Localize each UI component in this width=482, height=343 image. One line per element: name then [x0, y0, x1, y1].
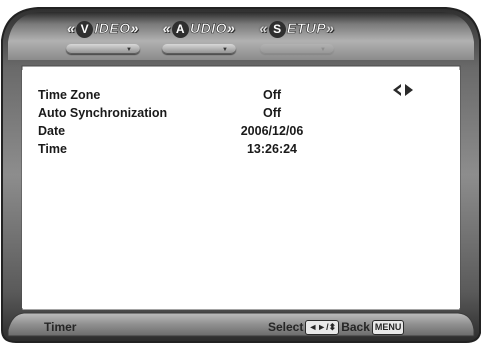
- back-hint-label: Back: [341, 320, 370, 334]
- page-title: Timer: [44, 320, 77, 334]
- setting-value[interactable]: 13:26:24: [210, 142, 334, 156]
- tab-setup-initial: S: [268, 20, 286, 38]
- menu-key-icon: MENU: [371, 319, 405, 335]
- setting-row-time[interactable]: Time 13:26:24: [22, 142, 460, 160]
- select-keys-icon: ◄►/⬍: [305, 319, 340, 335]
- setting-row-auto-synchronization[interactable]: Auto Synchronization Off: [22, 106, 460, 124]
- menu-tabs: «V IDEO» ▼ «A UDIO» ▼ «S ETUP» ▼: [0, 14, 482, 64]
- tab-video-label: IDEO: [94, 20, 131, 37]
- setting-label: Date: [38, 124, 66, 138]
- setting-label: Time Zone: [38, 88, 101, 102]
- tab-audio[interactable]: «A UDIO» ▼: [156, 14, 242, 64]
- tab-setup[interactable]: «S ETUP» ▼: [254, 14, 340, 64]
- tab-setup-indicator: ▼: [260, 44, 334, 54]
- setting-value[interactable]: Off: [210, 106, 334, 120]
- tab-video-indicator: ▼: [66, 44, 140, 54]
- settings-panel: Time Zone Off Auto Synchronization Off D…: [22, 70, 460, 308]
- dropdown-icon: ▼: [126, 47, 132, 53]
- tab-audio-indicator: ▼: [162, 44, 236, 54]
- dropdown-icon: ▼: [320, 47, 326, 53]
- tab-audio-label: UDIO: [190, 20, 227, 37]
- setting-value[interactable]: Off: [210, 88, 334, 102]
- setting-label: Time: [38, 142, 67, 156]
- setting-label: Auto Synchronization: [38, 106, 168, 120]
- tab-video-initial: V: [76, 20, 94, 38]
- setting-row-date[interactable]: Date 2006/12/06: [22, 124, 460, 142]
- tab-video[interactable]: «V IDEO» ▼: [60, 14, 146, 64]
- dropdown-icon: ▼: [222, 47, 228, 53]
- tab-audio-initial: A: [172, 20, 189, 38]
- tab-setup-label: ETUP: [286, 20, 327, 37]
- select-hint-label: Select: [268, 320, 304, 334]
- left-right-arrows-icon[interactable]: [392, 84, 414, 96]
- footer-help: Select ◄►/⬍ Back MENU: [268, 318, 406, 336]
- setting-value[interactable]: 2006/12/06: [210, 124, 334, 138]
